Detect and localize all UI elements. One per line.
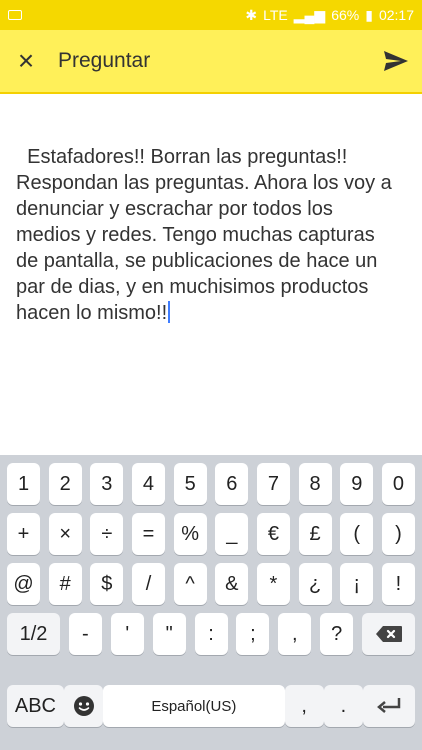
key-colon[interactable]: :: [194, 613, 228, 655]
key-caret[interactable]: ^: [173, 563, 207, 605]
key-8[interactable]: 8: [298, 463, 332, 505]
key-2[interactable]: 2: [48, 463, 82, 505]
page-title: Preguntar: [58, 49, 151, 72]
key-7[interactable]: 7: [256, 463, 290, 505]
key-underscore[interactable]: _: [215, 513, 249, 555]
key-period[interactable]: .: [323, 685, 364, 727]
key-quote[interactable]: ": [152, 613, 186, 655]
key-comma-bottom[interactable]: ,: [284, 685, 324, 727]
close-icon: ×: [17, 45, 35, 76]
send-icon: [383, 50, 409, 72]
text-cursor: [168, 301, 171, 323]
key-slash[interactable]: /: [131, 563, 165, 605]
keyboard-row-numbers: 1 2 3 4 5 6 7 8 9 0: [0, 463, 422, 505]
backspace-icon: [375, 625, 403, 643]
key-percent[interactable]: %: [173, 513, 207, 555]
key-page-toggle[interactable]: 1/2: [7, 613, 60, 655]
key-exclamation[interactable]: !: [381, 563, 415, 605]
key-at[interactable]: @: [7, 563, 40, 605]
key-question[interactable]: ?: [320, 613, 354, 655]
key-multiply[interactable]: ×: [48, 513, 82, 555]
enter-button[interactable]: [363, 685, 416, 727]
top-app-bar: × Preguntar: [0, 30, 422, 94]
key-left-paren[interactable]: (: [340, 513, 374, 555]
network-label: LTE: [263, 7, 288, 23]
key-dollar[interactable]: $: [90, 563, 124, 605]
key-ampersand[interactable]: &: [215, 563, 249, 605]
send-button[interactable]: [370, 29, 422, 93]
bluetooth-icon: ✱: [245, 6, 258, 23]
battery-icon: ▮: [365, 6, 373, 23]
space-bar[interactable]: Español(US): [103, 685, 285, 727]
key-plus[interactable]: +: [7, 513, 40, 555]
question-input[interactable]: Estafadores!! Borran las preguntas!! Res…: [16, 118, 402, 438]
close-button[interactable]: ×: [0, 29, 52, 93]
key-apostrophe[interactable]: ': [110, 613, 144, 655]
keyboard-row-symbols-2: @ # $ / ^ & * ¿ ¡ !: [0, 563, 422, 605]
question-text: Estafadores!! Borran las preguntas!! Res…: [16, 146, 398, 324]
key-hyphen[interactable]: -: [68, 613, 102, 655]
key-6[interactable]: 6: [215, 463, 249, 505]
key-3[interactable]: 3: [90, 463, 124, 505]
enter-icon: [377, 697, 401, 715]
key-right-paren[interactable]: ): [381, 513, 415, 555]
keyboard-row-bottom: ABC Español(US) , .: [0, 685, 422, 727]
key-inverted-question[interactable]: ¿: [298, 563, 332, 605]
key-divide[interactable]: ÷: [90, 513, 124, 555]
status-bar: ✱ LTE ▂▄▆ 66% ▮ 02:17: [0, 0, 422, 30]
key-equals[interactable]: =: [131, 513, 165, 555]
key-hash[interactable]: #: [48, 563, 82, 605]
notification-icon: [8, 10, 22, 20]
keyboard-row-symbols-3: 1/2 - ' " : ; , ?: [0, 613, 422, 655]
key-9[interactable]: 9: [340, 463, 374, 505]
status-time: 02:17: [378, 7, 414, 23]
key-abc[interactable]: ABC: [7, 685, 64, 727]
key-pound[interactable]: £: [298, 513, 332, 555]
key-0[interactable]: 0: [381, 463, 415, 505]
key-semicolon[interactable]: ;: [236, 613, 270, 655]
backspace-button[interactable]: [362, 613, 415, 655]
key-asterisk[interactable]: *: [256, 563, 290, 605]
signal-icon: ▂▄▆: [293, 6, 326, 23]
key-comma[interactable]: ,: [278, 613, 312, 655]
emoji-button[interactable]: [63, 685, 104, 727]
key-euro[interactable]: €: [256, 513, 290, 555]
key-inverted-exclamation[interactable]: ¡: [340, 563, 374, 605]
emoji-icon: [73, 695, 95, 717]
key-5[interactable]: 5: [173, 463, 207, 505]
keyboard-row-symbols-1: + × ÷ = % _ € £ ( ): [0, 513, 422, 555]
key-4[interactable]: 4: [131, 463, 165, 505]
battery-level: 66%: [331, 7, 360, 23]
key-1[interactable]: 1: [7, 463, 40, 505]
onscreen-keyboard: 1 2 3 4 5 6 7 8 9 0 + × ÷ = % _ € £ ( ) …: [0, 455, 422, 750]
